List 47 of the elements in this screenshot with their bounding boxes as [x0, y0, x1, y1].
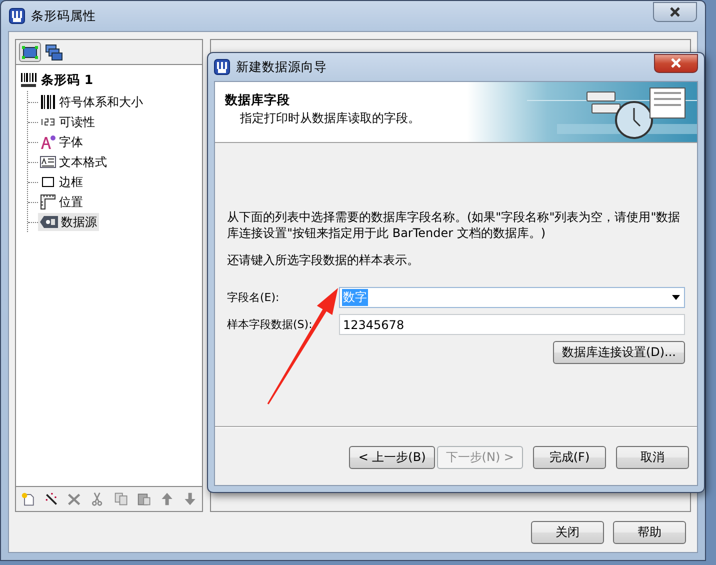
border-icon	[40, 174, 56, 190]
tree-item[interactable]: 边框	[38, 173, 85, 191]
close-button[interactable]	[654, 54, 698, 72]
wizard-button[interactable]: 取消	[616, 446, 689, 469]
barcode-icon	[20, 72, 38, 88]
barcode-icon	[40, 94, 56, 110]
dialog-button[interactable]: 关闭	[531, 521, 604, 544]
close-icon	[670, 58, 682, 68]
close-button[interactable]	[653, 2, 697, 22]
field-label: 字段名(E):	[227, 290, 280, 305]
scissors-icon[interactable]	[90, 491, 104, 507]
tree-item[interactable]: 条形码 1	[18, 71, 96, 89]
page-subtitle: 指定打印时从数据库读取的字段。	[239, 110, 420, 127]
tree-item[interactable]: 位置	[38, 193, 85, 211]
up-arrow-icon[interactable]	[160, 491, 174, 507]
prompt-text: 还请键入所选字段数据的样本表示。	[227, 252, 420, 269]
dialog-title: 新建数据源向导	[236, 58, 327, 76]
layers-view-button[interactable]	[43, 42, 65, 62]
window-title: 条形码属性	[31, 8, 96, 24]
paste-icon[interactable]	[136, 491, 151, 507]
close-icon	[669, 7, 681, 17]
page-title: 数据库字段	[225, 92, 291, 109]
wizard-button[interactable]: < 上一步(B)	[349, 446, 435, 469]
app-icon	[9, 8, 25, 24]
new-document-icon[interactable]	[21, 491, 36, 507]
tree-item[interactable]: 符号体系和大小	[38, 93, 145, 111]
down-arrow-icon[interactable]	[182, 491, 197, 507]
tag-icon	[40, 214, 58, 230]
tree-item[interactable]: 数据源	[38, 213, 99, 231]
text-format-icon	[40, 154, 56, 170]
field-label: 样本字段数据(S):	[227, 317, 314, 332]
tree-item[interactable]: 文本格式	[38, 153, 109, 171]
dropdown-arrow-icon	[672, 295, 680, 300]
dialog-button[interactable]: 帮助	[613, 521, 686, 544]
ruler-icon	[40, 194, 56, 210]
wizard-button[interactable]: 完成(F)	[533, 446, 606, 469]
object-view-button[interactable]	[19, 42, 41, 62]
copy-icon[interactable]	[114, 491, 128, 507]
tree-item[interactable]: 可读性	[38, 113, 97, 131]
sample-data-field[interactable]: 12345678	[339, 314, 685, 335]
app-icon	[214, 59, 230, 75]
database-settings-button[interactable]: 数据库连接设置(D)...	[552, 341, 685, 364]
magic-wand-icon[interactable]	[44, 491, 58, 507]
tree-item[interactable]: 字体	[38, 133, 85, 151]
delete-icon[interactable]	[67, 491, 82, 507]
instructions-text: 从下面的列表中选择需要的数据库字段名称。(如果"字段名称"列表为空，请使用"数据库连接设置"按钮来指定用于此 BarTender 文档的数据库。)	[227, 209, 682, 241]
font-icon	[40, 134, 56, 150]
